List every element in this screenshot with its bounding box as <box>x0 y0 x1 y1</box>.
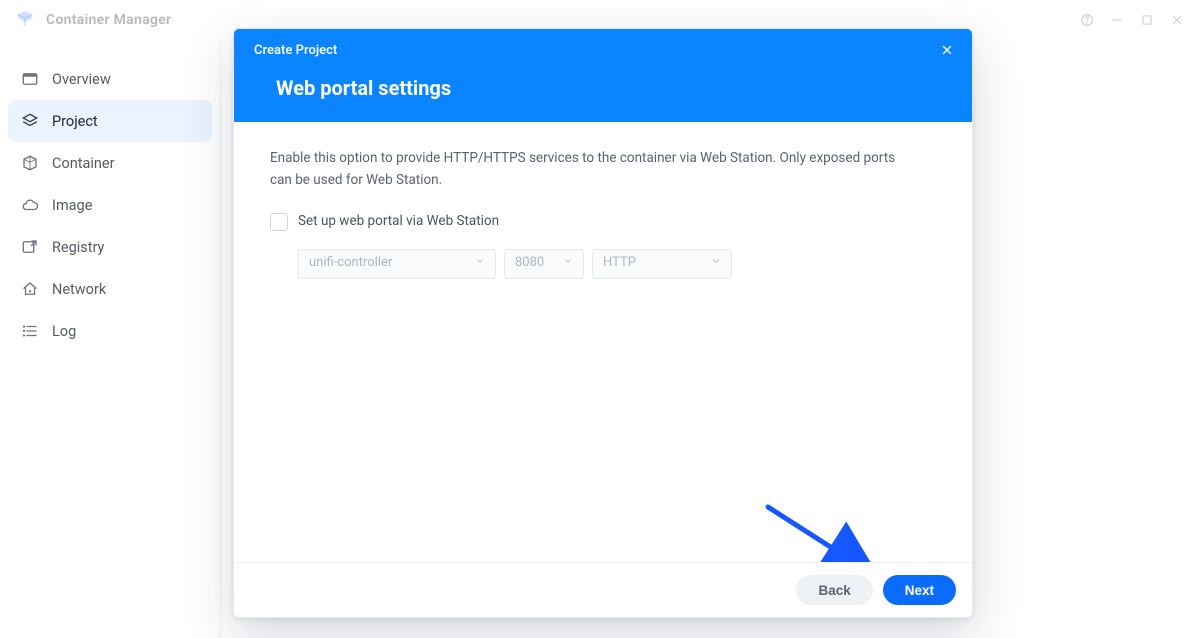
select-value: HTTP <box>603 253 636 274</box>
checkbox-label: Set up web portal via Web Station <box>298 211 499 233</box>
sidebar-item-container[interactable]: Container <box>8 142 212 184</box>
titlebar-left: Container Manager <box>14 9 171 31</box>
cube-icon <box>20 153 40 173</box>
select-value: unifi-controller <box>309 253 392 274</box>
sidebar-item-network[interactable]: Network <box>8 268 212 310</box>
sidebar-item-log[interactable]: Log <box>8 310 212 352</box>
help-icon[interactable] <box>1080 13 1094 27</box>
layers-icon <box>20 111 40 131</box>
sidebar-item-project[interactable]: Project <box>8 100 212 142</box>
modal-footer: Back Next <box>234 562 972 617</box>
chevron-down-icon <box>475 253 485 274</box>
home-network-icon <box>20 279 40 299</box>
cloud-icon <box>20 195 40 215</box>
webportal-selects: unifi-controller 8080 HTTP <box>298 249 936 279</box>
sidebar-item-registry[interactable]: Registry <box>8 226 212 268</box>
next-button[interactable]: Next <box>883 575 956 605</box>
app-logo-icon <box>14 9 36 31</box>
minimize-icon[interactable] <box>1110 13 1124 27</box>
modal-body: Enable this option to provide HTTP/HTTPS… <box>234 122 972 289</box>
modal-header: Create Project Web portal settings <box>234 29 972 122</box>
container-select[interactable]: unifi-controller <box>298 249 496 279</box>
sidebar-item-label: Image <box>52 197 92 214</box>
maximize-icon[interactable] <box>1140 13 1154 27</box>
sidebar-item-label: Container <box>52 155 114 172</box>
chevron-down-icon <box>711 253 721 274</box>
list-icon <box>20 321 40 341</box>
window-controls <box>1080 13 1184 27</box>
window-arrow-icon <box>20 237 40 257</box>
sidebar-item-label: Network <box>52 281 106 298</box>
close-icon[interactable] <box>1170 13 1184 27</box>
overview-icon <box>20 69 40 89</box>
protocol-select[interactable]: HTTP <box>592 249 732 279</box>
webportal-checkbox-row[interactable]: Set up web portal via Web Station <box>270 211 936 233</box>
modal-close-button[interactable] <box>936 39 958 61</box>
sidebar-item-label: Registry <box>52 239 104 256</box>
chevron-down-icon <box>563 253 573 274</box>
sidebar-item-label: Overview <box>52 71 111 88</box>
modal-breadcrumb: Create Project <box>254 43 952 58</box>
sidebar: Overview Project Container Image Registr <box>0 40 220 638</box>
app-title: Container Manager <box>46 12 171 28</box>
sidebar-item-overview[interactable]: Overview <box>8 58 212 100</box>
wizard-modal: Create Project Web portal settings Enabl… <box>233 28 973 618</box>
back-button[interactable]: Back <box>796 575 872 605</box>
button-label: Back <box>818 583 850 598</box>
sidebar-item-label: Log <box>52 323 76 340</box>
modal-description: Enable this option to provide HTTP/HTTPS… <box>270 148 910 191</box>
modal-title: Web portal settings <box>276 76 952 100</box>
port-select[interactable]: 8080 <box>504 249 584 279</box>
sidebar-item-image[interactable]: Image <box>8 184 212 226</box>
button-label: Next <box>905 583 934 598</box>
content-area: Create Project Web portal settings Enabl… <box>220 40 1198 638</box>
checkbox-icon[interactable] <box>270 213 288 231</box>
sidebar-item-label: Project <box>52 113 98 130</box>
select-value: 8080 <box>515 253 544 274</box>
